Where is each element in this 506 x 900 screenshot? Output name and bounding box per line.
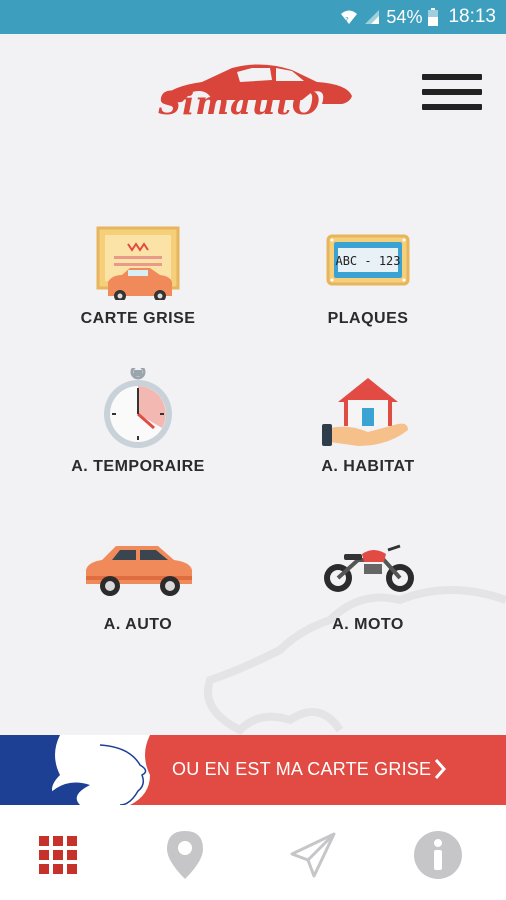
- info-icon: [414, 831, 462, 879]
- grid-icon: [39, 836, 77, 874]
- wifi-icon: ?: [340, 9, 358, 25]
- send-icon: [290, 832, 336, 878]
- marianne-flag-icon: [0, 735, 150, 805]
- status-time: 18:13: [448, 6, 496, 27]
- tile-carte-grise[interactable]: CARTE GRISE: [38, 220, 238, 340]
- tile-temporaire[interactable]: A. TEMPORAIRE: [38, 368, 238, 488]
- app-logo: SimautO: [152, 62, 357, 132]
- location-pin-icon: [167, 831, 203, 879]
- tile-label: PLAQUES: [327, 310, 409, 327]
- plate-text: ABC - 123: [335, 254, 400, 268]
- carte-grise-status-banner[interactable]: OU EN EST MA CARTE GRISE: [0, 735, 506, 805]
- bottom-navigation: [0, 805, 506, 900]
- tile-label: CARTE GRISE: [80, 310, 196, 327]
- hamburger-menu-icon: [422, 74, 482, 110]
- nav-home[interactable]: [28, 827, 88, 883]
- registration-certificate-icon: [96, 226, 180, 300]
- tile-habitat[interactable]: A. HABITAT: [268, 368, 468, 488]
- signal-icon: [364, 9, 380, 25]
- nav-location[interactable]: [155, 827, 215, 883]
- status-bar: ? 54% 18:13: [0, 0, 506, 34]
- tile-auto[interactable]: A. AUTO: [38, 526, 238, 646]
- app-header: SimautO: [0, 34, 506, 154]
- battery-percent: 54%: [386, 6, 423, 27]
- stopwatch-icon: [104, 368, 172, 448]
- svg-text:?: ?: [345, 16, 349, 24]
- chevron-right-icon: [434, 759, 447, 779]
- tile-moto[interactable]: A. MOTO: [268, 526, 468, 646]
- tile-plaques[interactable]: ABC - 123 PLAQUES: [268, 220, 468, 340]
- nav-info[interactable]: [408, 827, 468, 883]
- car-icon: [86, 546, 192, 596]
- logo-text: SimautO: [158, 84, 321, 122]
- tile-label: A. HABITAT: [321, 458, 415, 475]
- motorcycle-icon: [324, 544, 414, 592]
- license-plate-icon: ABC - 123: [326, 234, 410, 286]
- menu-button[interactable]: [422, 74, 482, 118]
- tile-label: A. MOTO: [332, 616, 404, 633]
- battery-icon: [428, 8, 439, 26]
- tile-label: A. TEMPORAIRE: [71, 458, 205, 475]
- banner-text: OU EN EST MA CARTE GRISE: [172, 759, 432, 779]
- tile-label: A. AUTO: [103, 616, 173, 633]
- nav-send[interactable]: [283, 827, 343, 883]
- house-in-hand-icon: [322, 378, 408, 446]
